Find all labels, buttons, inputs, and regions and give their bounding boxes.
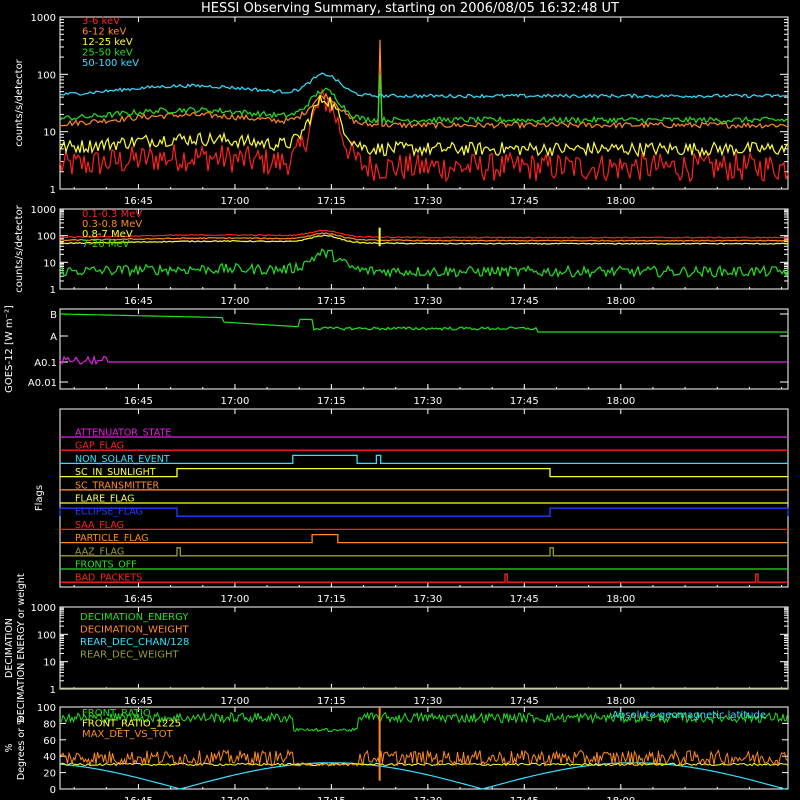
flags-x-tick-label: 18:00 xyxy=(606,594,635,605)
high-energy-x-tick-label: 17:45 xyxy=(510,296,539,307)
ratio-x-tick-label: 17:00 xyxy=(221,796,250,800)
decimation-legend-entry: DECIMATION_ENERGY xyxy=(80,612,189,623)
goes-x-tick-label: 18:00 xyxy=(606,396,635,407)
high-energy-legend-entry: 7-20 MeV xyxy=(82,239,130,250)
count-rate-y-tick-label: 1000 xyxy=(31,13,56,24)
count-rate-x-tick-label: 17:45 xyxy=(510,196,539,207)
ratio-x-tick-label: 18:00 xyxy=(606,796,635,800)
count-rate-legend-entry: 6-12 keV xyxy=(82,27,126,38)
goes-x-tick-label: 16:45 xyxy=(124,396,153,407)
decimation-x-tick-label: 18:00 xyxy=(606,696,635,707)
high-energy-y-tick-label: 10 xyxy=(43,258,56,269)
high-energy-x-tick-label: 18:00 xyxy=(606,296,635,307)
ratio-y-tick-label: 60 xyxy=(43,736,56,747)
high-energy-y-tick-label: 1000 xyxy=(31,205,56,216)
decimation-x-tick-label: 17:00 xyxy=(221,696,250,707)
count-rate-x-tick-label: 16:45 xyxy=(124,196,153,207)
ratio-x-tick-label: 17:15 xyxy=(317,796,346,800)
flags-x-tick-label: 17:45 xyxy=(510,594,539,605)
ratio-legend-entry: FRONT_RATIO xyxy=(82,708,151,719)
count-rate-legend-entry: 12-25 keV xyxy=(82,37,133,48)
decimation-x-tick-label: 17:30 xyxy=(413,696,442,707)
count-rate-y-tick-label: 10 xyxy=(43,128,56,139)
decimation-legend-entry: REAR_DEC_CHAN/128 xyxy=(80,637,189,648)
ratio-legend-entry: FRONT_RATIO_1225 xyxy=(82,719,181,730)
count-rate-x-tick-label: 17:15 xyxy=(317,196,346,207)
ratio-y-tick-label: 80 xyxy=(43,719,56,730)
ratio-y-tick-label: 0 xyxy=(50,785,56,796)
goes-x-tick-label: 17:45 xyxy=(510,396,539,407)
ratio-x-tick-label: 17:45 xyxy=(510,796,539,800)
count-rate-y-tick-label: 100 xyxy=(37,70,56,81)
high-energy-x-tick-label: 17:30 xyxy=(413,296,442,307)
ratio-x-tick-label: 16:45 xyxy=(124,796,153,800)
goes-y-tick-label: A0.01 xyxy=(28,378,57,389)
hessi-summary-chart: HESSI Observing Summary, starting on 200… xyxy=(0,0,800,800)
decimation-legend-entry: DECIMATION_WEIGHT xyxy=(80,625,189,636)
decimation-y-tick-label: 1 xyxy=(50,685,56,696)
flags-y-label: Flags xyxy=(34,485,45,511)
high-energy-x-tick-label: 16:45 xyxy=(124,296,153,307)
flags-x-tick-label: 17:30 xyxy=(413,594,442,605)
decimation-y-tick-label: 1000 xyxy=(31,603,56,614)
decimation-y-tick-label: 10 xyxy=(43,658,56,669)
high-energy-y-tick-label: 100 xyxy=(37,232,56,243)
goes-y-tick-label: A0.1 xyxy=(34,358,57,369)
count-rate-legend-entry: 50-100 keV xyxy=(82,58,139,69)
decimation-x-tick-label: 17:15 xyxy=(317,696,346,707)
ratio-y-label-a: % xyxy=(4,743,15,752)
count-rate-x-tick-label: 17:00 xyxy=(221,196,250,207)
goes-x-tick-label: 17:00 xyxy=(221,396,250,407)
goes-x-tick-label: 17:15 xyxy=(317,396,346,407)
high-energy-x-tick-label: 17:00 xyxy=(221,296,250,307)
ratio-legend-entry: MAX_DET_VS_TOT xyxy=(82,729,174,740)
count-rate-legend-entry: 25-50 keV xyxy=(82,48,133,59)
goes-y-label: GOES-12 [W m⁻²] xyxy=(4,305,15,393)
decimation-y-label: DECIMATION ENERGY or weight xyxy=(16,573,27,722)
ratio-annotation: Absolute geomagnetic latitude xyxy=(612,710,766,721)
ratio-y-tick-label: 100 xyxy=(37,703,56,714)
count-rate-x-tick-label: 17:30 xyxy=(413,196,442,207)
ratio-x-tick-label: 17:30 xyxy=(413,796,442,800)
count-rate-y-label: counts/s/detector xyxy=(14,58,25,146)
count-rate-y-tick-label: 1 xyxy=(50,185,56,196)
high-energy-x-tick-label: 17:15 xyxy=(317,296,346,307)
high-energy-y-tick-label: 1 xyxy=(50,285,56,296)
flags-x-tick-label: 17:15 xyxy=(317,594,346,605)
goes-y-tick-label: B xyxy=(50,310,57,321)
ratio-y-label: Degrees or % xyxy=(16,716,27,780)
goes-y-tick-label: A xyxy=(50,332,57,343)
goes-x-tick-label: 17:30 xyxy=(413,396,442,407)
chart-title: HESSI Observing Summary, starting on 200… xyxy=(201,1,619,16)
count-rate-legend-entry: 3-6 keV xyxy=(82,16,120,27)
high-energy-y-label: counts/s/detector xyxy=(14,204,25,292)
decimation-legend-entry: REAR_DEC_WEIGHT xyxy=(80,650,179,661)
ratio-y-tick-label: 40 xyxy=(43,752,56,763)
ratio-y-tick-label: 20 xyxy=(43,769,56,780)
count-rate-x-tick-label: 18:00 xyxy=(606,196,635,207)
decimation-y-label-1: DECIMATION xyxy=(4,618,15,678)
flags-x-tick-label: 16:45 xyxy=(124,594,153,605)
decimation-x-tick-label: 16:45 xyxy=(124,696,153,707)
decimation-y-tick-label: 100 xyxy=(37,630,56,641)
decimation-x-tick-label: 17:45 xyxy=(510,696,539,707)
flags-x-tick-label: 17:00 xyxy=(221,594,250,605)
